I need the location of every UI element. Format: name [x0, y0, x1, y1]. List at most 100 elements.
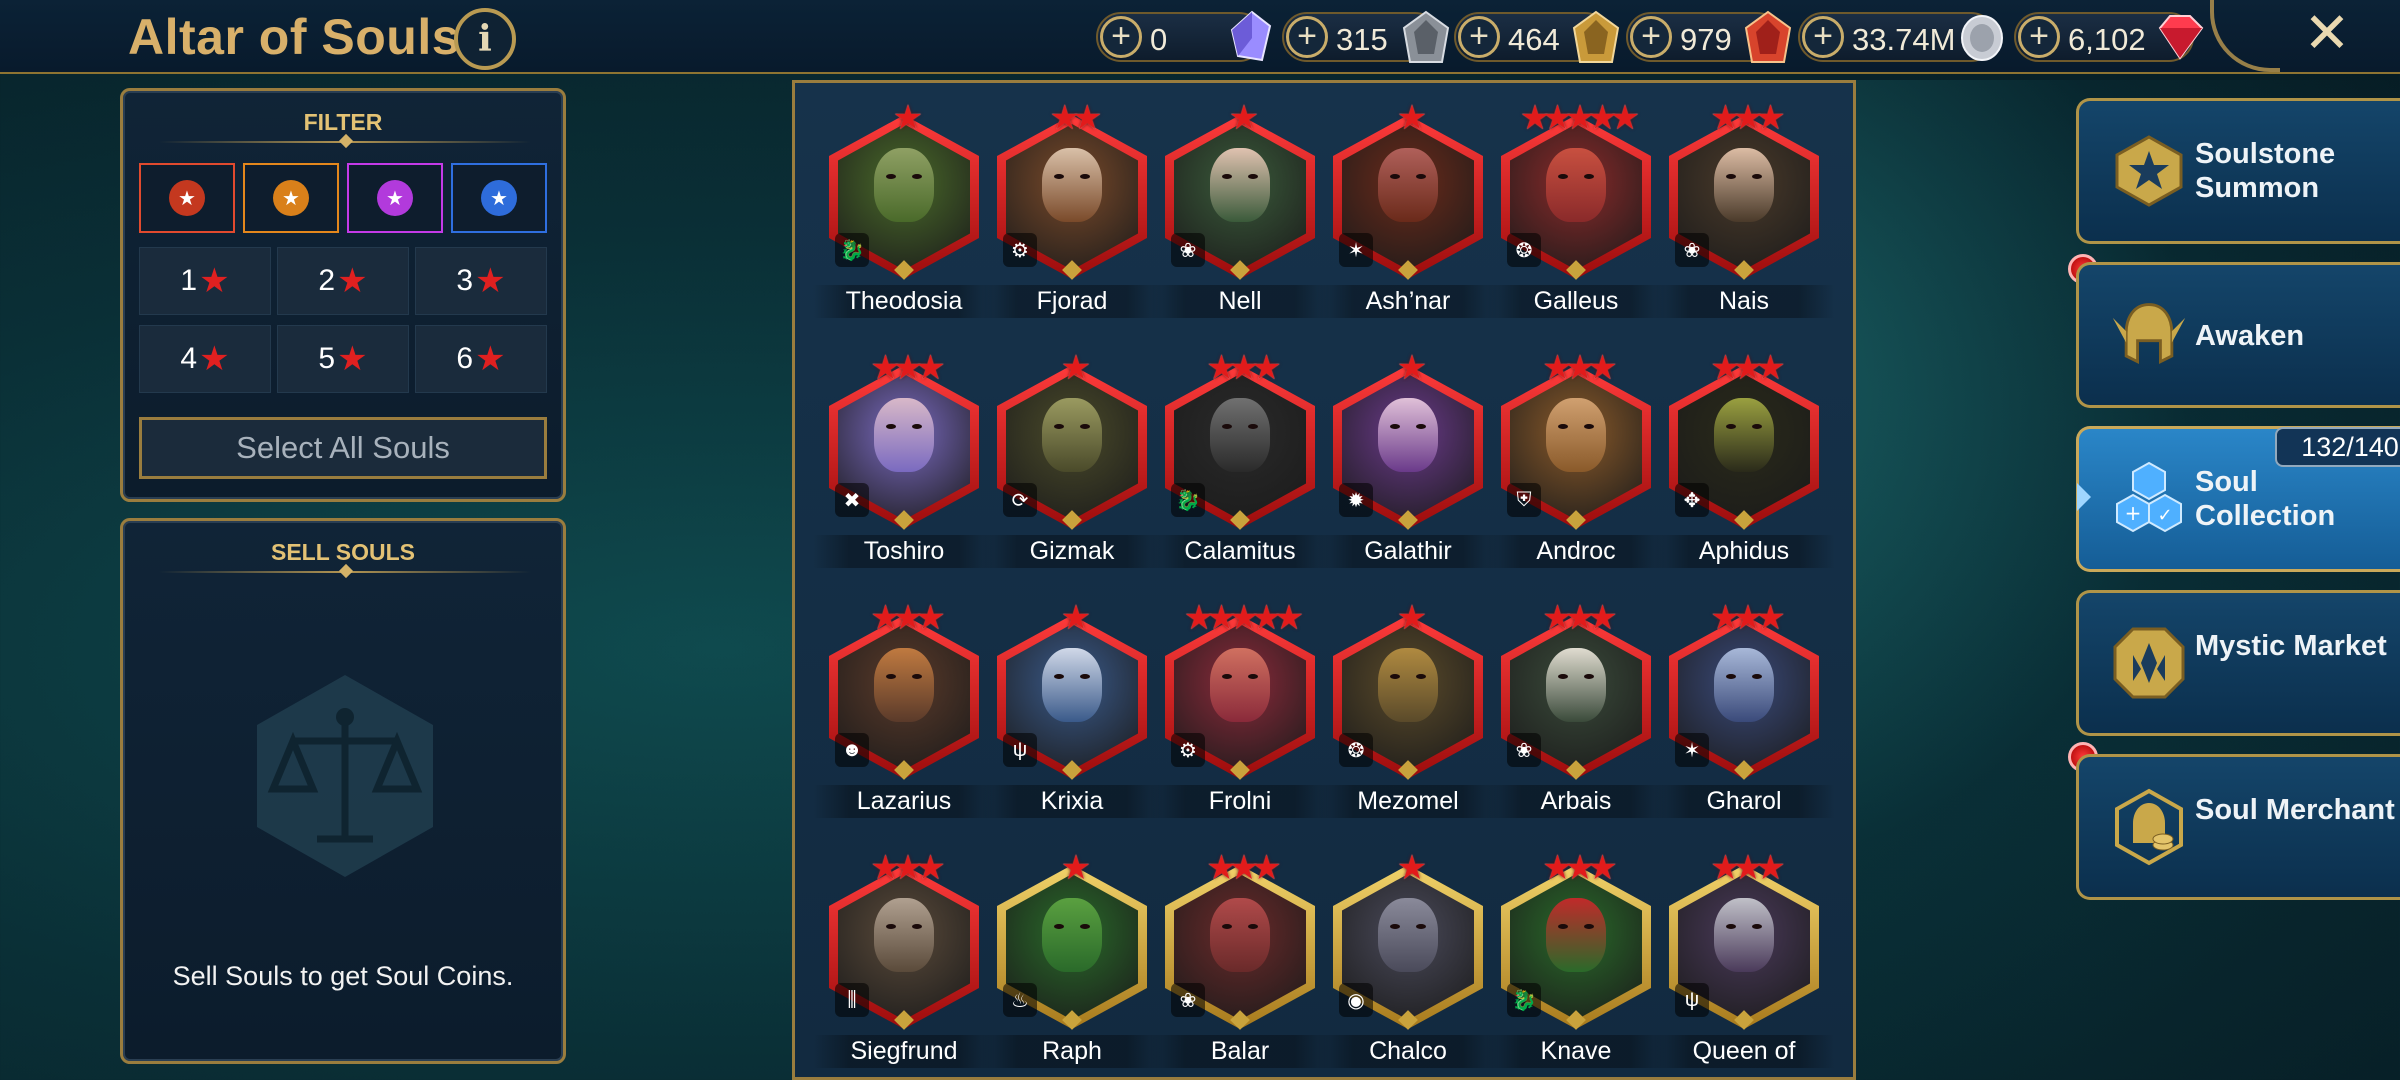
star-rating: ★★★ [870, 349, 945, 387]
soul-card-galathir[interactable]: ✹ ★ Galathir [1317, 351, 1499, 568]
faction-icon: ☻ [835, 733, 869, 767]
portrait-face [1042, 398, 1102, 472]
soul-card-galleus[interactable]: ❂ ★★★★★ Galleus [1485, 101, 1667, 318]
add-silver-button[interactable]: + [1802, 16, 1844, 58]
portrait-eyes [886, 674, 922, 680]
add-mystery-shard-button[interactable]: + [1286, 16, 1328, 58]
soul-portrait: ✶ [1669, 615, 1819, 780]
portrait-eyes [886, 924, 922, 930]
soul-portrait: ✖ [829, 365, 979, 530]
soul-card-gharol[interactable]: ✶ ★★★ Gharol [1653, 601, 1835, 818]
soul-card-nell[interactable]: ❀ ★ Nell [1149, 101, 1331, 318]
soul-card-balar[interactable]: ❀ ★★★ Balar [1149, 851, 1331, 1068]
soul-card-gizmak[interactable]: ⟳ ★ Gizmak [981, 351, 1163, 568]
filter-6-star[interactable]: 6 ★ [415, 325, 547, 393]
info-button[interactable]: i [454, 8, 516, 70]
portrait-eyes [886, 424, 922, 430]
soul-card-knave[interactable]: 🐉 ★★★ Knave [1485, 851, 1667, 1068]
star-icon: ★ [475, 262, 506, 300]
faction-icon: ✶ [1675, 733, 1709, 767]
soul-card-ash-nar[interactable]: ✶ ★ Ash’nar [1317, 101, 1499, 318]
soul-card-arbais[interactable]: ❀ ★★★ Arbais [1485, 601, 1667, 818]
filter-faction-red[interactable]: ★ [139, 163, 235, 233]
soul-card-chalco[interactable]: ◉ ★ Chalco [1317, 851, 1499, 1068]
faction-icon: 🐉 [1171, 483, 1205, 517]
soul-card-androc[interactable]: ⛨ ★★★ Androc [1485, 351, 1667, 568]
soul-card-aphidus[interactable]: ✥ ★★★ Aphidus [1653, 351, 1835, 568]
portrait-eyes [1390, 174, 1426, 180]
soul-card-raph[interactable]: ♨ ★ Raph [981, 851, 1163, 1068]
filter-faction-blue[interactable]: ★ [451, 163, 547, 233]
nav-label: Awaken [2195, 320, 2305, 352]
star-rating: ★ [1396, 849, 1427, 887]
portrait-face [874, 648, 934, 722]
star-icon: ★ [199, 340, 230, 378]
soul-portrait: ψ [997, 615, 1147, 780]
soul-portrait: ♨ [997, 865, 1147, 1030]
filter-faction-orange[interactable]: ★ [243, 163, 339, 233]
filter-3-star[interactable]: 3 ★ [415, 247, 547, 315]
soulstone-summon-button[interactable]: Soulstone Summon [2076, 98, 2400, 244]
portrait-eyes [1390, 424, 1426, 430]
filter-2-star[interactable]: 2 ★ [277, 247, 409, 315]
soul-card-lazarius[interactable]: ☻ ★★★ Lazarius [813, 601, 995, 818]
portrait-eyes [886, 174, 922, 180]
mystic-market-button[interactable]: Mystic Market [2076, 590, 2400, 736]
page-title: Altar of Souls [128, 9, 461, 65]
faction-icon: ⚙ [1003, 233, 1037, 267]
soul-name: Galleus [1485, 285, 1667, 318]
soul-card-queen-of[interactable]: ψ ★★★ Queen of [1653, 851, 1835, 1068]
silver-coin-icon [1961, 15, 2003, 61]
star-rating: ★★★ [1710, 99, 1785, 137]
sell-souls-heading: SELL SOULS [271, 539, 415, 565]
soul-card-fjorad[interactable]: ⚙ ★★ Fjorad [981, 101, 1163, 318]
add-ancient-shard-button[interactable]: + [1458, 16, 1500, 58]
star-rating: ★ [892, 99, 923, 137]
soul-card-theodosia[interactable]: 🐉 ★ Theodosia [813, 101, 995, 318]
star-rating: ★ [1228, 99, 1259, 137]
star-rating: ★ [1396, 599, 1427, 637]
awaken-button[interactable]: Awaken [2076, 262, 2400, 408]
filter-4-star[interactable]: 4 ★ [139, 325, 271, 393]
soul-card-nais[interactable]: ❀ ★★★ Nais [1653, 101, 1835, 318]
add-gems-button[interactable]: + [2018, 16, 2060, 58]
soul-card-calamitus[interactable]: 🐉 ★★★ Calamitus [1149, 351, 1331, 568]
soul-name: Gharol [1653, 785, 1835, 818]
close-button[interactable]: ✕ [2296, 2, 2358, 64]
soul-card-toshiro[interactable]: ✖ ★★★ Toshiro [813, 351, 995, 568]
nav-label: Soul Merchant [2195, 794, 2395, 826]
soul-portrait: ❂ [1501, 115, 1651, 280]
soul-portrait: ❀ [1165, 115, 1315, 280]
scales-icon [257, 675, 433, 877]
soul-card-krixia[interactable]: ψ ★ Krixia [981, 601, 1163, 818]
mystery-shard-icon [1402, 10, 1450, 63]
select-all-souls-button[interactable]: Select All Souls [139, 417, 547, 479]
soul-portrait: ⚙ [997, 115, 1147, 280]
filter-faction-purple[interactable]: ★ [347, 163, 443, 233]
portrait-eyes [1054, 924, 1090, 930]
orange-rarity-icon: ★ [273, 180, 309, 216]
star-rating: ★★ [1049, 99, 1103, 137]
faction-icon: 🐉 [1507, 983, 1541, 1017]
filter-1-star[interactable]: 1 ★ [139, 247, 271, 315]
filter-5-star[interactable]: 5 ★ [277, 325, 409, 393]
soul-card-siegfrund[interactable]: ⫼ ★★★ Siegfrund [813, 851, 995, 1068]
add-sacred-shard-button[interactable]: + [1630, 16, 1672, 58]
soul-portrait: ❂ [1333, 615, 1483, 780]
portrait-face [1210, 648, 1270, 722]
soul-collection-button[interactable]: 132/140 + ✓ Soul Collection [2076, 426, 2400, 572]
soul-merchant-button[interactable]: Soul Merchant [2076, 754, 2400, 900]
merchant-icon [2109, 787, 2189, 867]
portrait-eyes [1558, 174, 1594, 180]
portrait-face [1210, 898, 1270, 972]
soul-card-frolni[interactable]: ⚙ ★★★★★ Frolni [1149, 601, 1331, 818]
portrait-face [874, 148, 934, 222]
portrait-face [874, 898, 934, 972]
soul-portrait: ψ [1669, 865, 1819, 1030]
faction-icon: ⚙ [1171, 733, 1205, 767]
soul-card-mezomel[interactable]: ❂ ★ Mezomel [1317, 601, 1499, 818]
soul-name: Chalco [1317, 1035, 1499, 1068]
portrait-eyes [1726, 924, 1762, 930]
soul-collection-count: 132/140 [2275, 427, 2400, 467]
add-soulstone-button[interactable]: + [1100, 16, 1142, 58]
